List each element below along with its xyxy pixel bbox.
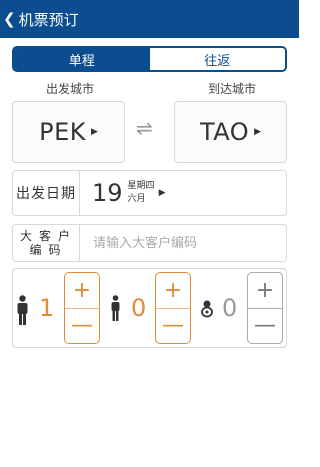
tab-round-trip[interactable]: 往返 [149,48,285,70]
departure-city-selector[interactable]: PEK ▶ [12,101,125,163]
departure-city-label: 出发城市 [46,82,95,96]
infant-minus-button[interactable]: — [248,309,282,344]
caret-right-icon: ▶ [90,127,98,137]
departure-date-selector[interactable]: 出发日期 19 星期四 六月 ▶ [12,170,287,216]
client-label-line1: 大客户 [19,229,77,243]
child-count: 0 [131,294,147,322]
corporate-client-input[interactable] [93,235,273,251]
arrival-city-label: 到达城市 [208,82,257,96]
arrival-city-code: TAO [199,118,250,146]
caret-right-icon: ▶ [254,127,262,137]
caret-right-icon: ▶ [158,188,166,198]
adult-minus-button[interactable]: — [65,309,99,344]
arrival-city-selector[interactable]: TAO ▶ [174,101,287,163]
adult-count: 1 [39,294,55,322]
tab-one-way[interactable]: 单程 [14,48,150,70]
departure-date-label: 出发日期 [13,171,80,215]
client-label-line2: 编码 [29,243,68,257]
child-icon [111,295,120,321]
chevron-left-icon[interactable]: ❮ [3,11,16,27]
trip-type-toggle: 单程 往返 [12,46,287,72]
adult-stepper: + — [64,272,100,344]
date-month: 六月 [127,194,146,204]
date-day: 19 [92,179,123,207]
swap-arrows-icon[interactable]: ⇌ [136,116,153,140]
page-title: 机票预订 [18,10,79,29]
departure-city-code: PEK [39,118,86,146]
date-meta: 星期四 六月 [128,180,155,206]
adult-icon [17,295,28,325]
app-header: ❮ 机票预订 [0,0,299,38]
date-weekday: 星期四 [127,181,155,191]
child-stepper: + — [155,272,191,344]
infant-icon [201,300,213,318]
corporate-client-row: 大客户 编码 [12,224,287,262]
infant-count: 0 [222,294,238,322]
infant-plus-button[interactable]: + [248,273,282,308]
passenger-counter-row: 1 + — 0 + — 0 + — [12,268,287,348]
child-plus-button[interactable]: + [156,273,190,308]
infant-stepper: + — [247,272,283,344]
adult-plus-button[interactable]: + [65,273,99,308]
corporate-client-label: 大客户 编码 [13,225,80,261]
child-minus-button[interactable]: — [156,309,190,344]
